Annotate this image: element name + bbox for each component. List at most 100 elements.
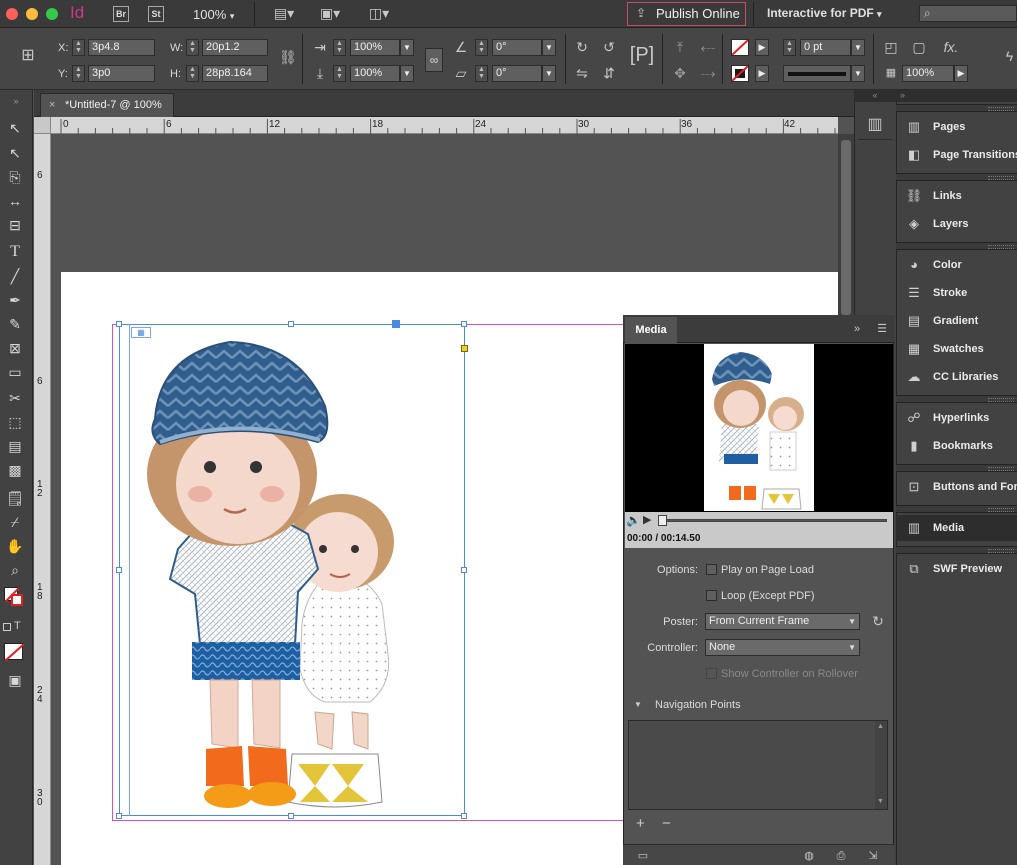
search-input[interactable]: ⌕ [919, 5, 1017, 22]
add-navigation-point-icon[interactable]: + [636, 815, 645, 832]
panel-group-grip[interactable] [896, 395, 1017, 403]
content-grabber-handle[interactable] [392, 320, 400, 328]
panel-pages[interactable]: ▥ Pages [896, 114, 1017, 140]
resize-handle[interactable] [116, 321, 122, 327]
scroll-up-icon[interactable]: ▲ [877, 723, 884, 730]
view-options-icon[interactable]: ▤▾ [270, 5, 298, 21]
scale-y-dropdown[interactable]: ▼ [400, 65, 414, 82]
live-corner-handle[interactable] [461, 345, 468, 352]
scale-x-stepper[interactable]: ▲ ▼ [333, 39, 346, 56]
select-next-icon[interactable]: ⤏ [698, 65, 718, 81]
fill-dropdown[interactable]: ▶ [755, 39, 769, 56]
apply-none-icon[interactable] [4, 643, 24, 661]
y-stepper[interactable]: ▲ ▼ [72, 65, 85, 82]
link-scale-icon[interactable]: ∞ [425, 48, 443, 72]
select-content-icon[interactable]: ✥ [671, 65, 689, 81]
stroke-type-dropdown[interactable]: ▼ [851, 65, 865, 82]
line-tool-icon[interactable]: ╱ [3, 266, 27, 286]
drop-shadow-icon[interactable]: ▢ [910, 39, 928, 55]
selection-tool-icon[interactable]: ↖ [3, 118, 27, 138]
scroll-down-icon[interactable]: ▼ [877, 798, 884, 805]
shear-stepper[interactable]: ▲ ▼ [475, 65, 488, 82]
resize-handle[interactable] [288, 321, 294, 327]
scrub-handle[interactable] [658, 515, 667, 526]
panel-page-transitions[interactable]: ◧ Page Transitions [896, 142, 1017, 168]
select-previous-icon[interactable]: ⤎ [698, 39, 718, 55]
stroke-swatch[interactable] [731, 65, 749, 82]
x-position-field[interactable]: 3p4.8 [88, 39, 155, 56]
height-field[interactable]: 28p8.164 [202, 65, 268, 82]
y-position-field[interactable]: 3p0 [88, 65, 155, 82]
close-tab-icon[interactable]: × [49, 94, 55, 117]
media-panel-tab[interactable]: Media [625, 317, 677, 343]
close-window-button[interactable] [6, 8, 18, 20]
set-url-icon[interactable]: ◍ [802, 848, 816, 864]
formatting-container-icon[interactable] [3, 623, 11, 631]
dock-collapse-icon[interactable]: » [896, 90, 1017, 102]
x-stepper[interactable]: ▲ ▼ [72, 39, 85, 56]
play-icon[interactable]: ▶ [643, 513, 651, 526]
type-tool-icon[interactable]: T [3, 242, 27, 262]
stroke-weight-dropdown[interactable]: ▼ [851, 39, 865, 56]
rectangle-frame-tool-icon[interactable]: ⊠ [3, 338, 27, 358]
screen-mode-tool-icon[interactable]: ▣ [3, 670, 27, 690]
stock-button[interactable]: St [148, 6, 164, 22]
zoom-tool-icon[interactable]: ⌕ [3, 560, 27, 580]
flip-vertical-icon[interactable]: ⇵ [600, 65, 618, 81]
pen-tool-icon[interactable]: ✒ [3, 290, 27, 310]
minimize-window-button[interactable] [26, 8, 38, 20]
rotate-stepper[interactable]: ▲ ▼ [475, 39, 488, 56]
play-on-page-load-checkbox[interactable] [706, 564, 717, 575]
panel-menu-icon[interactable]: ☰ [875, 321, 889, 337]
navigation-list-scrollbar[interactable] [875, 721, 887, 809]
panel-hyperlinks[interactable]: ☍ Hyperlinks [896, 405, 1017, 431]
poster-select[interactable]: From Current Frame ▼ [705, 613, 860, 630]
stroke-color-icon[interactable] [11, 594, 23, 606]
h-stepper[interactable]: ▲ ▼ [186, 65, 199, 82]
effects-fx-icon[interactable]: fx. [940, 39, 962, 55]
panel-group-grip[interactable] [896, 104, 1017, 112]
panel-swatches[interactable]: ▦ Swatches [896, 336, 1017, 362]
panel-group-grip[interactable] [896, 173, 1017, 181]
zoom-window-button[interactable] [46, 8, 58, 20]
w-stepper[interactable]: ▲ ▼ [186, 39, 199, 56]
panel-layers[interactable]: ◈ Layers [896, 211, 1017, 237]
panel-group-grip[interactable] [896, 242, 1017, 250]
page-tool-icon[interactable]: ⎘ [3, 167, 27, 187]
panel-group-grip[interactable] [896, 546, 1017, 554]
stroke-weight-field[interactable]: 0 pt [800, 39, 851, 56]
pencil-tool-icon[interactable]: ✎ [3, 314, 27, 334]
scale-x-dropdown[interactable]: ▼ [400, 39, 414, 56]
loop-label[interactable]: Loop (Except PDF) [721, 590, 815, 602]
vertical-ruler[interactable] [34, 134, 51, 865]
note-tool-icon[interactable]: 🗒 [3, 488, 27, 508]
zoom-level-dropdown[interactable]: 100% ▾ [193, 7, 234, 22]
scrub-track[interactable] [663, 519, 887, 522]
shear-dropdown[interactable]: ▼ [542, 65, 556, 82]
rotate-clockwise-icon[interactable]: ↻ [573, 39, 591, 55]
loop-checkbox[interactable] [706, 590, 717, 601]
remove-navigation-point-icon[interactable]: − [662, 815, 671, 832]
collapse-panel-icon[interactable]: » [8, 93, 24, 109]
volume-icon[interactable]: 🔈 [626, 513, 641, 527]
reference-point-icon[interactable]: ⊞ [17, 48, 39, 64]
selected-frame[interactable] [119, 324, 465, 816]
workspace-switcher[interactable]: Interactive for PDF ▾ [767, 6, 882, 20]
resize-handle[interactable] [461, 813, 467, 819]
bridge-button[interactable]: Br [113, 6, 129, 22]
corner-options-icon[interactable]: ◰ [882, 39, 900, 55]
convert-media-icon[interactable]: ⎙ [834, 848, 848, 864]
resize-handle[interactable] [461, 321, 467, 327]
panel-swf-preview[interactable]: ⧉ SWF Preview [896, 556, 1017, 582]
gradient-swatch-tool-icon[interactable]: ▤ [3, 436, 27, 456]
show-controller-checkbox[interactable] [706, 668, 717, 679]
library-icon[interactable]: ▥ [862, 117, 888, 133]
constrain-proportions-icon[interactable]: ⛓ [279, 49, 297, 65]
panel-gradient[interactable]: ▤ Gradient [896, 308, 1017, 334]
panel-bookmarks[interactable]: ▮ Bookmarks [896, 433, 1017, 459]
panel-stroke[interactable]: ☰ Stroke [896, 280, 1017, 306]
stroke-type-select[interactable] [783, 65, 851, 82]
free-transform-tool-icon[interactable]: ⬚ [3, 412, 27, 432]
resize-handle[interactable] [461, 567, 467, 573]
scale-x-field[interactable]: 100% [350, 39, 400, 56]
